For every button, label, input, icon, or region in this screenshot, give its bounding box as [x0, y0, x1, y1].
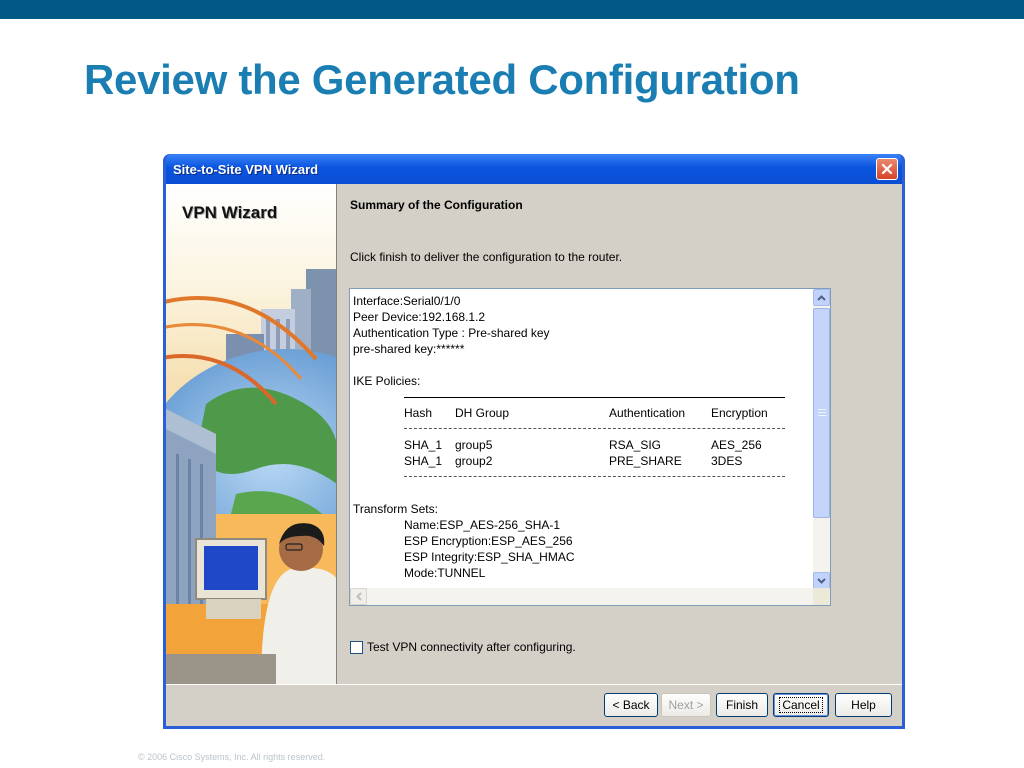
configuration-text: Interface:Serial0/1/0 Peer Device:192.16…	[353, 293, 813, 585]
ike-header-auth: Authentication	[609, 406, 686, 420]
finish-button[interactable]: Finish	[716, 693, 768, 717]
slide-title: Review the Generated Configuration	[84, 56, 800, 103]
help-button[interactable]: Help	[835, 693, 892, 717]
ike-header-dh: DH Group	[455, 406, 510, 420]
ike-cell: group5	[455, 438, 493, 452]
table-top-rule	[353, 389, 813, 405]
table-bottom-rule	[353, 469, 813, 485]
slide-top-bar	[0, 0, 1024, 19]
scroll-up-button[interactable]	[813, 289, 830, 306]
ts-mode: Mode:TUNNEL	[404, 566, 486, 580]
horizontal-scrollbar[interactable]	[350, 588, 830, 605]
config-auth-type: Authentication Type : Pre-shared key	[353, 326, 550, 340]
chevron-left-icon	[355, 592, 362, 601]
ts-integrity: ESP Integrity:ESP_SHA_HMAC	[404, 550, 575, 564]
slide-footer: © 2006 Cisco Systems, Inc. All rights re…	[138, 752, 326, 762]
ike-cell: AES_256	[711, 438, 762, 452]
transform-sets-title: Transform Sets:	[353, 502, 438, 516]
cancel-button[interactable]: Cancel	[773, 693, 829, 717]
ike-cell: group2	[455, 454, 493, 468]
ike-row: SHA_1 group5 RSA_SIG AES_256	[353, 437, 813, 453]
wizard-client-area: VPN Wizard Summary of the Configuration …	[166, 184, 902, 726]
vpn-wizard-window: Site-to-Site VPN Wizard VPN Wizard Summa…	[163, 154, 905, 729]
window-titlebar[interactable]: Site-to-Site VPN Wizard	[166, 154, 902, 184]
wizard-illustration: VPN Wizard	[166, 184, 337, 684]
test-connectivity-label[interactable]: Test VPN connectivity after configuring.	[367, 640, 576, 654]
scroll-down-button[interactable]	[813, 572, 830, 589]
wizard-content: Summary of the Configuration Click finis…	[337, 184, 902, 684]
chevron-up-icon	[817, 294, 826, 301]
ike-header-row: Hash DH Group Authentication Encryption	[353, 405, 813, 421]
close-icon	[881, 163, 893, 175]
ike-row: SHA_1 group2 PRE_SHARE 3DES	[353, 453, 813, 469]
ike-cell: 3DES	[711, 454, 743, 468]
test-connectivity-option[interactable]: Test VPN connectivity after configuring.	[350, 640, 576, 654]
table-dash-rule	[353, 421, 813, 437]
ike-header-hash: Hash	[404, 406, 433, 420]
config-peer: Peer Device:192.168.1.2	[353, 310, 486, 324]
ike-cell: PRE_SHARE	[609, 454, 682, 468]
ike-cell: SHA_1	[404, 454, 443, 468]
ts-encryption: ESP Encryption:ESP_AES_256	[404, 534, 573, 548]
configuration-summary-box[interactable]: Interface:Serial0/1/0 Peer Device:192.16…	[349, 288, 831, 606]
scroll-left-button[interactable]	[350, 588, 367, 605]
window-title: Site-to-Site VPN Wizard	[173, 162, 319, 177]
wizard-button-bar: < Back Next > Finish Cancel Help	[166, 684, 902, 726]
vertical-scroll-thumb[interactable]	[813, 308, 830, 518]
ike-header-enc: Encryption	[711, 406, 768, 420]
ike-title: IKE Policies:	[353, 374, 421, 388]
scrollbar-corner	[813, 588, 830, 605]
cancel-label: Cancel	[779, 697, 823, 713]
ts-name: Name:ESP_AES-256_SHA-1	[404, 518, 561, 532]
next-button[interactable]: Next >	[661, 693, 711, 717]
summary-heading: Summary of the Configuration	[350, 198, 523, 212]
vertical-scrollbar[interactable]	[813, 289, 830, 589]
ike-cell: RSA_SIG	[609, 438, 662, 452]
sidebar-title: VPN Wizard	[182, 203, 278, 222]
test-connectivity-checkbox[interactable]	[350, 640, 363, 654]
ike-cell: SHA_1	[404, 438, 443, 452]
finish-label: Finish	[725, 698, 758, 712]
config-interface: Interface:Serial0/1/0	[353, 294, 461, 308]
config-psk: pre-shared key:******	[353, 342, 465, 356]
chevron-down-icon	[817, 577, 826, 584]
instructions-text: Click finish to deliver the configuratio…	[350, 250, 623, 264]
back-button[interactable]: < Back	[604, 693, 658, 717]
close-button[interactable]	[876, 158, 898, 180]
